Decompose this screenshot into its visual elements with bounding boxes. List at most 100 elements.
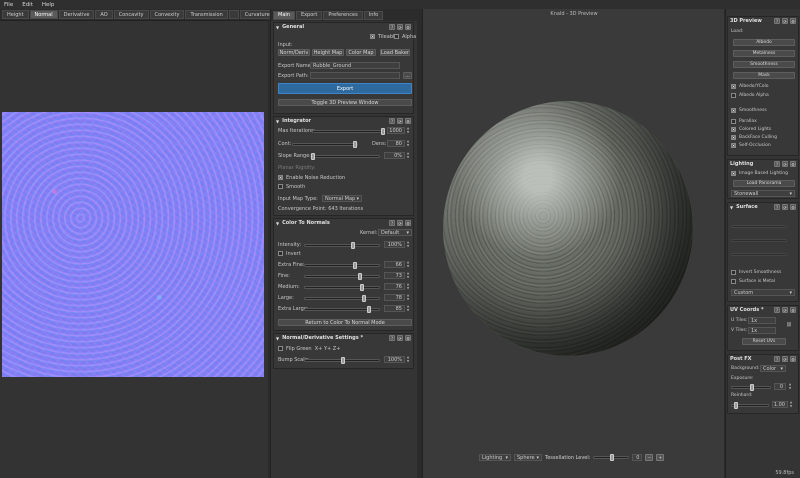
bump-scale-slider[interactable]: [304, 357, 380, 364]
tab-convexity[interactable]: Convexity: [149, 10, 185, 19]
intensity-slider[interactable]: [304, 242, 380, 249]
reinhard-slider[interactable]: [731, 402, 769, 409]
spin-arrows-icon[interactable]: ▲ ▼: [406, 139, 410, 147]
panorama-select[interactable]: Stonewall ▾: [731, 190, 795, 197]
3d-preview-viewport[interactable]: Knald - 3D Preview Lighting ▾ Sphere ▾ Tes…: [422, 9, 724, 478]
refresh-icon[interactable]: ⟳: [397, 118, 403, 124]
fine-slider[interactable]: [304, 273, 380, 280]
help-icon[interactable]: ?: [389, 220, 395, 226]
surface-preset-select[interactable]: Custom ▾: [731, 289, 795, 296]
refresh-icon[interactable]: ⟳: [782, 356, 788, 362]
intensity-value[interactable]: 100%: [384, 241, 405, 248]
settings-icon[interactable]: ⚙: [405, 220, 411, 226]
refresh-icon[interactable]: ⟳: [397, 335, 403, 341]
max-iterations-value[interactable]: 1000: [387, 127, 405, 134]
slider-thumb[interactable]: [360, 284, 364, 291]
tab-height[interactable]: Height: [2, 10, 29, 19]
flip-green-check[interactable]: Flip Green X+ Y+ Z+: [278, 345, 340, 352]
albedo-ycolo-check[interactable]: ✕ Albedo/YColo: [731, 83, 768, 90]
help-icon[interactable]: ?: [774, 161, 780, 167]
norm-deriv-button[interactable]: Norm/Deriv: [278, 49, 310, 56]
max-iterations-slider[interactable]: [312, 128, 385, 135]
medium-value[interactable]: 76: [384, 283, 405, 290]
settings-icon[interactable]: ⚙: [790, 204, 796, 210]
slider-thumb[interactable]: [353, 262, 357, 269]
refresh-icon[interactable]: ⟳: [782, 161, 788, 167]
extra-fine-slider[interactable]: [304, 262, 380, 269]
reset-uvs-button[interactable]: Reset UVs: [742, 338, 786, 345]
refresh-icon[interactable]: ⟳: [782, 204, 788, 210]
alpha-check[interactable]: Alpha: [394, 33, 416, 40]
load-mask-button[interactable]: Mask: [733, 72, 795, 79]
export-name-field[interactable]: Rubble_Ground: [310, 62, 400, 69]
spin-arrows-icon[interactable]: ▲ ▼: [406, 293, 410, 301]
tab-concavity[interactable]: Concavity: [113, 10, 149, 19]
slider-thumb[interactable]: [750, 384, 754, 391]
export-path-field[interactable]: [310, 72, 400, 79]
tessellation-slider[interactable]: [593, 454, 630, 461]
help-icon[interactable]: ?: [774, 307, 780, 313]
spin-arrows-icon[interactable]: ▲ ▼: [406, 240, 410, 248]
slope-range-slider[interactable]: [310, 153, 380, 160]
self-occlusion-check[interactable]: ✕ Self-Occlusion: [731, 142, 771, 149]
settings-icon[interactable]: ⚙: [790, 356, 796, 362]
kernel-select[interactable]: Default ▾: [378, 229, 412, 236]
settings-icon[interactable]: ⚙: [405, 335, 411, 341]
slider-thumb[interactable]: [362, 295, 366, 302]
spin-arrows-icon[interactable]: ▲ ▼: [406, 271, 410, 279]
slider-thumb[interactable]: [351, 242, 355, 249]
settings-icon[interactable]: ⚙: [790, 18, 796, 24]
menu-edit[interactable]: Edit: [22, 2, 33, 8]
shape-select[interactable]: Sphere ▾: [514, 454, 542, 461]
spin-arrows-icon[interactable]: ▲ ▼: [406, 260, 410, 268]
refresh-icon[interactable]: ⟳: [397, 24, 403, 30]
invert-check[interactable]: Invert: [278, 250, 301, 257]
slider-thumb[interactable]: [353, 141, 357, 148]
large-value[interactable]: 78: [384, 294, 405, 301]
slider-thumb[interactable]: [358, 273, 362, 280]
tab-export[interactable]: Export: [295, 10, 323, 20]
settings-icon[interactable]: ⚙: [790, 161, 796, 167]
slider-thumb[interactable]: [734, 402, 738, 409]
smoothness-check[interactable]: ✕ Smoothness: [731, 107, 767, 114]
settings-icon[interactable]: ⚙: [405, 118, 411, 124]
return-to-color-to-normal-button[interactable]: Return to Color To Normal Mode: [278, 319, 412, 326]
slider-thumb[interactable]: [311, 153, 315, 160]
export-button[interactable]: Export: [278, 83, 412, 94]
backface-culling-check[interactable]: ✕ BackFace Culling: [731, 134, 777, 141]
slider-thumb[interactable]: [341, 357, 345, 364]
dens-value[interactable]: 80: [387, 140, 405, 147]
browse-button[interactable]: ...: [403, 72, 412, 79]
albedo-alpha-check[interactable]: Albedo Alpha: [731, 92, 769, 99]
v-tiles-value[interactable]: 1x: [748, 327, 776, 334]
color-map-button[interactable]: Color Map: [346, 49, 376, 56]
surface-is-metal-check[interactable]: Surface is Metal: [731, 278, 775, 285]
u-tiles-value[interactable]: 1x: [748, 317, 776, 324]
parallax-check[interactable]: Parallax: [731, 118, 757, 125]
toggle-3d-preview-button[interactable]: Toggle 3D Preview Window: [278, 99, 412, 106]
tessellation-value[interactable]: 0: [632, 454, 643, 461]
minus-icon[interactable]: −: [645, 454, 654, 461]
extra-fine-value[interactable]: 66: [384, 261, 405, 268]
height-map-button[interactable]: Height Map: [312, 49, 344, 56]
preview-sphere[interactable]: [443, 101, 693, 356]
tab-main[interactable]: Main: [273, 10, 295, 20]
help-icon[interactable]: ?: [774, 204, 780, 210]
bump-scale-value[interactable]: 100%: [384, 356, 405, 363]
spin-arrows-icon[interactable]: ▲ ▼: [406, 126, 410, 134]
refresh-icon[interactable]: ⟳: [782, 307, 788, 313]
fine-value[interactable]: 73: [384, 272, 405, 279]
slider-thumb[interactable]: [367, 306, 371, 313]
reinhard-value[interactable]: 1.00: [772, 401, 788, 408]
cont-slider[interactable]: [292, 141, 358, 148]
menu-file[interactable]: File: [4, 2, 13, 8]
refresh-icon[interactable]: ⟳: [782, 18, 788, 24]
background-select[interactable]: Color ▾: [760, 365, 786, 372]
spin-arrows-icon[interactable]: ▲ ▼: [789, 400, 793, 408]
slope-range-value[interactable]: 0%: [384, 152, 405, 159]
menu-help[interactable]: Help: [42, 2, 55, 8]
invert-smoothness-check[interactable]: Invert Smoothness: [731, 269, 781, 276]
tab-preferences[interactable]: Preferences: [323, 10, 363, 20]
load-albedo-button[interactable]: Albedo: [733, 39, 795, 46]
tab-blank[interactable]: [228, 10, 239, 19]
